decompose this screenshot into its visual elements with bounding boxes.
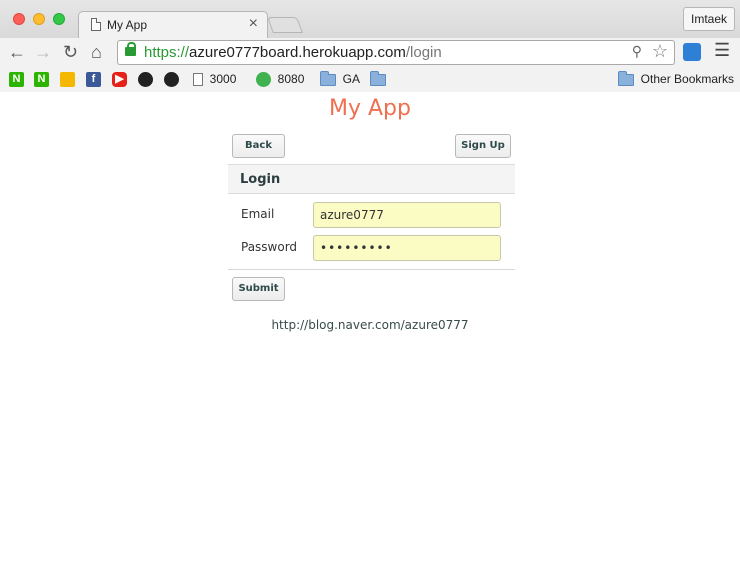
extension-icon[interactable]: [683, 43, 701, 61]
github-icon: [164, 72, 179, 88]
sign-up-button[interactable]: Sign Up: [455, 134, 511, 158]
new-tab-button[interactable]: [267, 17, 303, 33]
tab-close-icon[interactable]: ×: [249, 15, 258, 33]
bookmark-8080[interactable]: 8080: [256, 71, 304, 88]
password-field[interactable]: •••••••••: [313, 235, 501, 261]
window-close-button[interactable]: [13, 13, 25, 25]
profile-button[interactable]: Imtaek: [683, 7, 735, 31]
browser-toolbar: ← → ↻ ⌂ https://azure0777board.herokuapp…: [0, 38, 740, 68]
title-bar: My App × Imtaek: [0, 0, 740, 38]
facebook-icon: f: [86, 72, 101, 88]
star-icon[interactable]: ☆: [652, 41, 668, 62]
address-bar[interactable]: https://azure0777board.herokuapp.com/log…: [117, 40, 675, 65]
app-title[interactable]: My App: [0, 96, 740, 121]
bookmark-bulb[interactable]: [60, 71, 75, 88]
back-button[interactable]: Back: [232, 134, 285, 158]
bookmark-folder-ga[interactable]: GA: [320, 70, 360, 88]
bookmarks-bar: N N f ▶ 3000 8080 GA Other Bookmarks: [0, 68, 740, 92]
circle-app-icon: [138, 72, 153, 88]
bookmark-github[interactable]: [164, 71, 179, 88]
document-icon: [193, 73, 203, 87]
youtube-icon: ▶: [112, 72, 127, 88]
email-label: Email: [241, 207, 275, 221]
bookmark-3000[interactable]: 3000: [193, 71, 236, 88]
login-panel-header: Login: [228, 164, 515, 194]
document-icon: [91, 18, 101, 31]
tab-title: My App: [107, 18, 148, 32]
footer-blog-link[interactable]: http://blog.naver.com/azure0777: [0, 318, 740, 332]
bookmark-other[interactable]: Other Bookmarks: [618, 70, 734, 88]
forward-arrow-icon[interactable]: →: [34, 41, 52, 63]
menu-icon[interactable]: ☰: [714, 40, 730, 61]
spring-icon: [256, 72, 271, 88]
bookmark-facebook[interactable]: f: [86, 71, 101, 88]
bookmark-youtube[interactable]: ▶: [112, 71, 127, 88]
bookmark-circle[interactable]: [138, 71, 153, 88]
submit-button[interactable]: Submit: [232, 277, 285, 301]
url-text: https://azure0777board.herokuapp.com/log…: [144, 44, 442, 61]
browser-chrome: My App × Imtaek ← → ↻ ⌂ https://azure077…: [0, 0, 740, 92]
password-label: Password: [241, 240, 298, 254]
page-content: My App Back Sign Up Login Email azure077…: [0, 93, 740, 588]
panel-title: Login: [240, 172, 281, 187]
lightbulb-icon: [60, 72, 75, 88]
bookmark-naver-2[interactable]: N: [34, 71, 49, 88]
window-maximize-button[interactable]: [53, 13, 65, 25]
bookmark-folder[interactable]: [370, 70, 386, 88]
back-arrow-icon[interactable]: ←: [8, 41, 26, 63]
key-icon[interactable]: ⚲: [632, 43, 642, 60]
browser-tab[interactable]: My App ×: [78, 11, 268, 38]
folder-icon: [370, 70, 386, 86]
folder-icon: [618, 70, 634, 86]
reload-icon[interactable]: ↻: [63, 41, 78, 63]
home-icon[interactable]: ⌂: [91, 41, 102, 63]
divider: [228, 269, 515, 270]
folder-icon: [320, 70, 336, 86]
lock-icon: [125, 42, 136, 56]
email-field[interactable]: azure0777: [313, 202, 501, 228]
window-minimize-button[interactable]: [33, 13, 45, 25]
bookmark-naver-1[interactable]: N: [9, 71, 24, 88]
